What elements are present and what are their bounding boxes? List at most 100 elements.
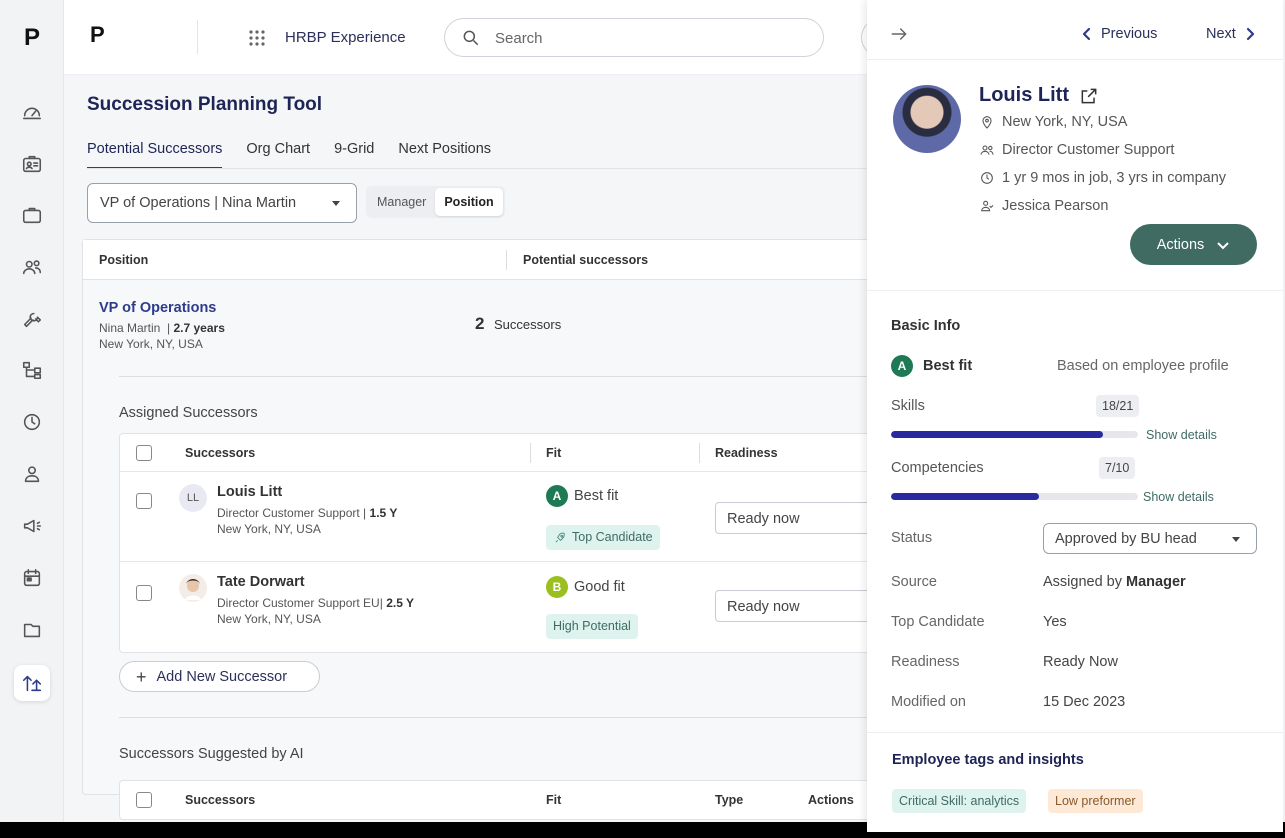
- manager-icon: [981, 200, 994, 212]
- megaphone-icon[interactable]: [14, 508, 50, 544]
- insight-tag: Critical Skill: analytics: [892, 789, 1027, 813]
- id-badge-icon[interactable]: [14, 146, 50, 182]
- tag-label: Top Candidate: [572, 530, 653, 544]
- ai-successors-table: Successors Fit Type Actions: [119, 780, 867, 820]
- close-panel-arrow-icon[interactable]: [889, 24, 909, 44]
- panel-header: Previous Next: [867, 0, 1283, 60]
- fit-badge: B: [546, 576, 568, 598]
- assigned-header: Successors Fit Readiness: [120, 434, 867, 472]
- successor-role: Director Customer Support | 1.5 Y: [217, 506, 398, 520]
- employee-location: New York, NY, USA: [979, 114, 1127, 130]
- top-candidate-value: Yes: [1043, 614, 1067, 630]
- chevron-right-icon: [1244, 27, 1256, 41]
- table-row: LL Louis Litt Director Customer Support …: [120, 472, 867, 562]
- team-icon: [980, 145, 994, 155]
- tab-9-grid[interactable]: 9-Grid: [334, 141, 374, 169]
- source-value: Assigned by Manager: [1043, 574, 1186, 590]
- skills-bar: [891, 431, 1138, 438]
- column-separator: [506, 250, 507, 270]
- avatar: [179, 574, 207, 602]
- row-checkbox[interactable]: [136, 493, 152, 509]
- status-select[interactable]: Approved by BU head: [1043, 523, 1257, 554]
- employee-manager: Jessica Pearson: [979, 198, 1108, 214]
- successor-count: 2: [475, 314, 485, 333]
- ai-successors-title: Successors Suggested by AI: [119, 746, 304, 762]
- toggle-manager[interactable]: Manager: [368, 188, 435, 216]
- divider: [119, 717, 867, 718]
- fit-indicator: A Best fit: [546, 485, 618, 507]
- column-potential-successors: Potential successors: [523, 253, 649, 267]
- employee-detail-panel: Previous Next Louis Litt New York, NY, U…: [867, 0, 1283, 832]
- app-grid-icon[interactable]: [248, 29, 266, 47]
- clock-icon: [981, 172, 993, 184]
- column-separator: [530, 443, 531, 463]
- column-successors: Successors: [185, 446, 256, 460]
- calendar-icon[interactable]: [14, 560, 50, 596]
- org-chart-icon[interactable]: [14, 352, 50, 388]
- previous-button[interactable]: Previous: [1081, 26, 1157, 42]
- fit-indicator: A Best fit: [891, 355, 972, 377]
- position-holder: Nina Martin | 2.7 years: [99, 321, 225, 335]
- tab-potential-successors[interactable]: Potential Successors: [87, 141, 223, 169]
- positions-table: Position Potential successors VP of Oper…: [82, 239, 867, 820]
- select-all-checkbox[interactable]: [136, 445, 152, 461]
- app-name: HRBP Experience: [285, 29, 406, 46]
- competencies-show-details[interactable]: Show details: [1143, 490, 1214, 504]
- tools-icon[interactable]: [14, 301, 50, 337]
- divider: [867, 290, 1283, 291]
- users-icon[interactable]: [14, 249, 50, 285]
- position-title[interactable]: VP of Operations: [99, 300, 216, 316]
- add-new-successor-button[interactable]: + Add New Successor: [119, 661, 320, 692]
- readiness-select[interactable]: Ready now: [715, 590, 867, 622]
- clock-icon[interactable]: [14, 404, 50, 440]
- search-icon: [463, 30, 479, 46]
- competencies-label: Competencies: [891, 460, 984, 476]
- dashboard-icon[interactable]: [14, 94, 50, 130]
- folder-icon[interactable]: [14, 612, 50, 648]
- external-link-icon[interactable]: [1079, 86, 1099, 106]
- briefcase-icon[interactable]: [14, 197, 50, 233]
- tab-org-chart[interactable]: Org Chart: [246, 141, 310, 169]
- position-location: New York, NY, USA: [99, 337, 203, 351]
- column-position: Position: [99, 253, 149, 267]
- table-header: Position Potential successors: [83, 240, 867, 280]
- divider: [867, 732, 1283, 733]
- status-label: Status: [891, 530, 933, 546]
- previous-label: Previous: [1101, 26, 1158, 42]
- successor-name[interactable]: Tate Dorwart: [217, 574, 305, 590]
- readiness-select[interactable]: Ready now: [715, 502, 867, 534]
- status-value: Approved by BU head: [1055, 531, 1197, 547]
- employee-role: Director Customer Support: [979, 142, 1174, 158]
- skills-show-details[interactable]: Show details: [1146, 428, 1217, 442]
- position-select[interactable]: VP of Operations | Nina Martin: [87, 183, 357, 223]
- page-title: Succession Planning Tool: [87, 94, 323, 115]
- avatar: LL: [179, 484, 207, 512]
- successor-count-label: Successors: [494, 317, 562, 332]
- skills-bar-fill: [891, 431, 1103, 438]
- fit-label: Best fit: [923, 358, 973, 374]
- succession-icon[interactable]: [14, 665, 50, 701]
- assigned-successors-table: Successors Fit Readiness LL Louis Litt D…: [119, 433, 867, 653]
- brand-logo[interactable]: P phenom: [90, 24, 254, 124]
- employee-tenure: 1 yr 9 mos in job, 3 yrs in company: [979, 170, 1226, 186]
- skills-value: 18/21: [1096, 395, 1140, 417]
- search-box[interactable]: [444, 18, 824, 57]
- person-icon[interactable]: [14, 456, 50, 492]
- source-label: Source: [891, 574, 937, 590]
- toggle-position[interactable]: Position: [435, 188, 503, 216]
- search-input[interactable]: [495, 28, 795, 48]
- tab-next-positions[interactable]: Next Positions: [398, 141, 491, 169]
- left-rail: P: [0, 0, 64, 822]
- next-button[interactable]: Next: [1206, 26, 1256, 42]
- employee-name-text: Louis Litt: [979, 84, 1069, 106]
- column-fit: Fit: [546, 793, 562, 807]
- tab-bar: Potential Successors Org Chart 9-Grid Ne…: [87, 141, 515, 169]
- column-readiness: Readiness: [715, 446, 778, 460]
- phenom-logo[interactable]: P: [14, 22, 50, 54]
- select-all-checkbox[interactable]: [136, 792, 152, 808]
- successor-name[interactable]: Louis Litt: [217, 484, 282, 500]
- row-checkbox[interactable]: [136, 585, 152, 601]
- fit-note: Based on employee profile: [1057, 358, 1229, 374]
- actions-button[interactable]: Actions: [1130, 224, 1257, 265]
- caret-down-icon: [332, 201, 340, 206]
